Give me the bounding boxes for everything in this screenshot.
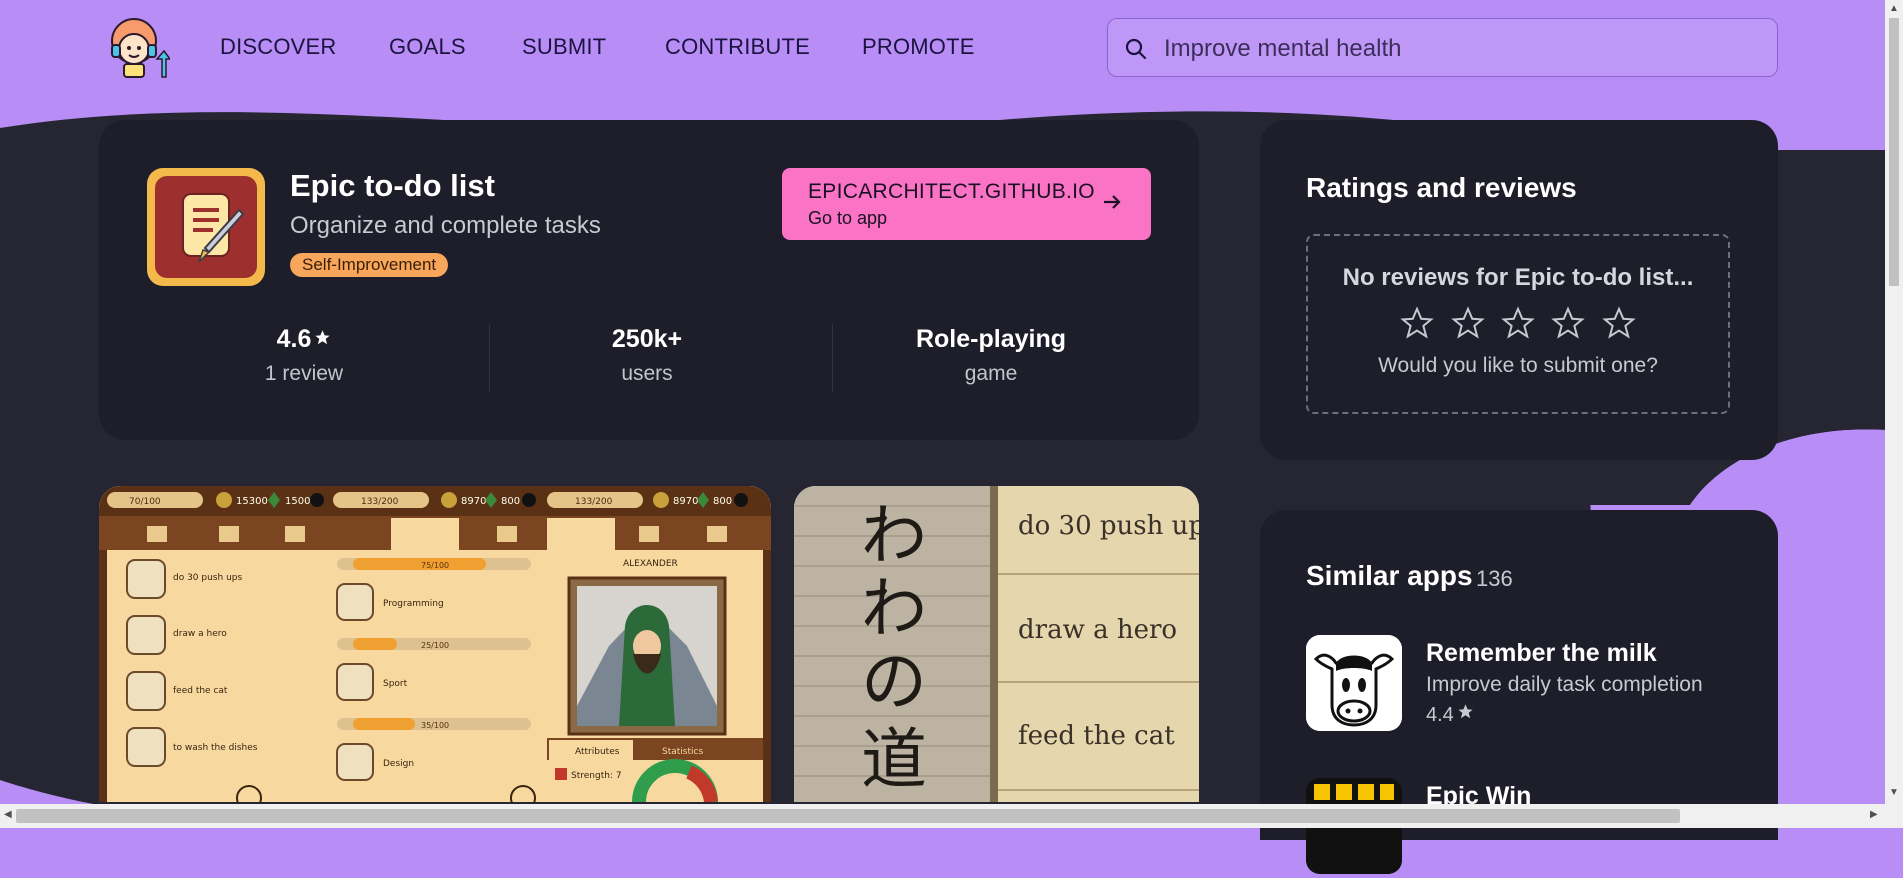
stat-type: Role-playing game [871,325,1111,386]
scroll-up-icon[interactable]: ▲ [1889,3,1899,14]
search-box[interactable] [1107,18,1778,77]
photo-task-line: do 30 push ups [1018,511,1199,541]
vertical-scroll-thumb[interactable] [1889,18,1899,286]
arrow-right-icon [1104,195,1121,209]
similar-apps-title: Similar apps [1306,560,1473,591]
calligraphy-photo: わ わ の 道 do 30 push ups draw a hero feed … [794,486,1199,802]
app-subtitle: Organize and complete tasks [290,212,601,239]
task-text: do 30 push ups [173,573,242,583]
scroll-quill-icon [182,193,245,263]
app-screenshot-2[interactable]: わ わ の 道 do 30 push ups draw a hero feed … [794,486,1199,802]
tab-label: Statistics [662,747,703,757]
game-screenshot: 70/100 15300 1500 133/200 8970 800 133/2… [99,486,771,802]
similar-app-name[interactable]: Remember the milk [1426,639,1657,668]
nav-goals[interactable]: GOALS [389,34,466,60]
calligraphy-glyph: の [861,643,927,720]
stat-text: 133/200 [361,497,399,507]
similar-app-rating: 4.4 [1426,703,1474,727]
app-title: Epic to-do list [290,168,495,203]
app-icon [147,168,265,286]
calligraphy-glyph: わ [861,570,927,647]
users-value: 250k+ [611,325,683,353]
top-header: DISCOVER GOALS SUBMIT CONTRIBUTE PROMOTE [0,0,1885,100]
app-domain: EPICARCHITECT.GITHUB.IO [808,180,1095,203]
ratings-card: Ratings and reviews No reviews for Epic … [1260,120,1778,460]
skill-progress: 75/100 [421,561,449,570]
attribute-text: Strength: 7 [571,771,622,781]
horizontal-scrollbar[interactable]: ◀ ▶ [0,804,1885,828]
review-count[interactable]: 1 review [184,362,424,386]
search-input[interactable] [1162,29,1756,69]
stat-text: 8970 [461,496,486,507]
stat-users: 250k+ users [527,325,767,386]
skill-name: Programming [383,599,444,609]
star-outline-icon[interactable] [1551,306,1586,340]
stat-divider [832,324,833,392]
stat-text: 800 [713,496,732,507]
stat-text: 133/200 [575,497,613,507]
star-rating-input[interactable] [1308,306,1728,340]
nav-promote[interactable]: PROMOTE [862,34,975,60]
photo-task-line: feed the cat [1018,721,1175,751]
similar-app-item[interactable]: Remember the milk Improve daily task com… [1306,635,1746,735]
task-text: feed the cat [173,686,228,696]
category-tag[interactable]: Self-Improvement [290,253,449,277]
nav-discover[interactable]: DISCOVER [220,34,337,60]
star-icon [1458,704,1473,719]
empty-reviews-box[interactable]: No reviews for Epic to-do list... Would … [1306,234,1730,414]
calligraphy-glyph: 道 [861,721,927,798]
stat-text: 8970 [673,496,698,507]
tab-label: Attributes [575,747,620,757]
site-logo[interactable] [104,17,172,79]
skill-name: Sport [383,679,408,689]
submit-review-prompt[interactable]: Would you like to submit one? [1308,354,1728,378]
rating-value: 4.6 [276,325,312,353]
stat-text: 800 [501,496,520,507]
go-to-app-button[interactable]: EPICARCHITECT.GITHUB.IO Go to app [782,168,1151,240]
star-outline-icon[interactable] [1602,306,1636,340]
rating-value: 4.4 [1426,704,1454,726]
hero-name: ALEXANDER [623,559,678,569]
task-text: to wash the dishes [173,743,258,753]
stat-text: 15300 [236,496,268,507]
nav-contribute[interactable]: CONTRIBUTE [665,34,810,60]
mascot-icon [111,18,172,78]
skill-progress: 35/100 [421,721,449,730]
type-value: Role-playing [915,325,1066,353]
star-outline-icon[interactable] [1501,306,1535,340]
type-label: game [964,362,1018,385]
stat-text: 70/100 [129,497,161,507]
skill-progress: 25/100 [421,641,449,650]
vertical-scrollbar[interactable]: ▲ ▼ [1885,0,1903,828]
task-text: draw a hero [173,629,227,639]
photo-task-line: draw a hero [1018,615,1177,645]
cow-icon [1306,635,1402,731]
horizontal-scroll-thumb[interactable] [16,809,1680,823]
stat-divider [489,324,490,392]
app-screenshot-1[interactable]: 70/100 15300 1500 133/200 8970 800 133/2… [99,486,771,802]
nav-submit[interactable]: SUBMIT [522,34,606,60]
stat-rating: 4.6 1 review [184,325,424,386]
scroll-left-icon[interactable]: ◀ [4,809,12,820]
similar-apps-card: Similar apps 136 Remember the milk Impro… [1260,510,1778,874]
search-icon [1125,38,1147,60]
star-outline-icon[interactable] [1400,306,1434,340]
similar-app-item[interactable]: Epic Win [1306,778,1746,878]
app-info-card: Epic to-do list Organize and complete ta… [99,120,1199,440]
scroll-down-icon[interactable]: ▼ [1889,787,1899,798]
users-label: users [621,362,673,385]
star-icon [315,330,330,345]
no-reviews-text: No reviews for Epic to-do list... [1342,264,1694,291]
star-outline-icon[interactable] [1450,306,1485,340]
similar-app-desc: Improve daily task completion [1426,673,1703,696]
similar-apps-count: 136 [1476,566,1513,591]
go-to-app-label: Go to app [808,208,888,228]
scroll-right-icon[interactable]: ▶ [1870,809,1878,820]
calligraphy-glyph: わ [861,497,927,574]
stat-text: 1500 [285,496,310,507]
skill-name: Design [383,759,414,769]
ratings-title: Ratings and reviews [1306,172,1577,203]
